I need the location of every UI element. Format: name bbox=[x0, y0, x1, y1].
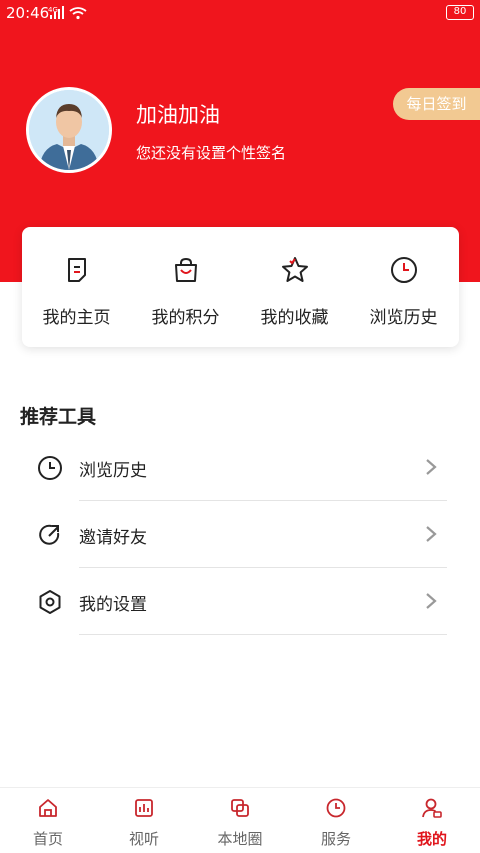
tab-local-circle[interactable]: 本地圈 bbox=[192, 788, 288, 853]
quick-action-my-homepage[interactable]: 我的主页 bbox=[22, 227, 131, 347]
shopping-bag-icon bbox=[175, 257, 197, 282]
tab-label: 我的 bbox=[416, 830, 447, 848]
signal-wifi-icons: 4G bbox=[48, 5, 92, 25]
network-type-icon: 4G bbox=[48, 6, 58, 14]
local-circle-icon bbox=[231, 799, 249, 817]
settings-icon bbox=[39, 590, 61, 614]
quick-action-my-points[interactable]: 我的积分 bbox=[131, 227, 240, 347]
tab-label: 本地圈 bbox=[217, 830, 263, 848]
quick-action-label: 我的收藏 bbox=[260, 308, 329, 328]
tab-label: 视听 bbox=[128, 830, 159, 848]
daily-checkin-button[interactable]: 每日签到 bbox=[393, 88, 480, 120]
chevron-right-icon bbox=[426, 526, 437, 542]
battery-icon: 80 bbox=[446, 5, 474, 20]
chevron-right-icon bbox=[426, 459, 437, 475]
tab-label: 服务 bbox=[320, 830, 351, 848]
tool-row-invite[interactable]: 邀请好友 bbox=[0, 501, 480, 568]
quick-action-favorites[interactable]: 我的收藏 bbox=[240, 227, 349, 347]
tab-label: 首页 bbox=[32, 830, 63, 848]
signature-text[interactable]: 您还没有设置个性签名 bbox=[136, 142, 286, 163]
tool-row-label: 邀请好友 bbox=[79, 528, 147, 548]
bottom-tab-bar: 首页 视听 本地圈 服务 我的 bbox=[0, 787, 480, 853]
audio-video-icon bbox=[135, 799, 153, 817]
tool-row-settings[interactable]: 我的设置 bbox=[0, 568, 480, 635]
tool-row-history[interactable]: 浏览历史 bbox=[0, 434, 480, 501]
profile-page-icon bbox=[68, 258, 86, 282]
quick-action-label: 我的主页 bbox=[42, 308, 111, 328]
chevron-right-icon bbox=[426, 593, 437, 609]
user-avatar-icon bbox=[29, 90, 109, 170]
quick-actions-card: 我的主页 我的积分 我的收藏 浏览历史 bbox=[22, 227, 459, 347]
avatar[interactable] bbox=[26, 87, 112, 173]
quick-action-history[interactable]: 浏览历史 bbox=[349, 227, 458, 347]
divider bbox=[79, 634, 447, 635]
username: 加油加油 bbox=[136, 103, 220, 127]
share-icon bbox=[39, 524, 60, 545]
section-title: 推荐工具 bbox=[20, 406, 97, 428]
user-icon bbox=[422, 798, 442, 818]
tool-row-label: 浏览历史 bbox=[79, 461, 147, 481]
clock-icon bbox=[38, 456, 62, 480]
tab-home[interactable]: 首页 bbox=[0, 788, 96, 853]
quick-action-label: 浏览历史 bbox=[369, 308, 438, 328]
home-icon bbox=[39, 799, 57, 817]
tab-service[interactable]: 服务 bbox=[288, 788, 384, 853]
status-bar: 20:46 4G 80 bbox=[0, 0, 480, 26]
service-icon bbox=[326, 798, 346, 818]
clock-icon bbox=[391, 257, 417, 283]
quick-action-label: 我的积分 bbox=[151, 308, 220, 328]
tool-row-label: 我的设置 bbox=[79, 595, 147, 615]
tab-mine[interactable]: 我的 bbox=[384, 788, 480, 853]
tab-audio-video[interactable]: 视听 bbox=[96, 788, 192, 853]
status-time: 20:46 bbox=[6, 4, 50, 22]
star-icon bbox=[282, 257, 308, 282]
